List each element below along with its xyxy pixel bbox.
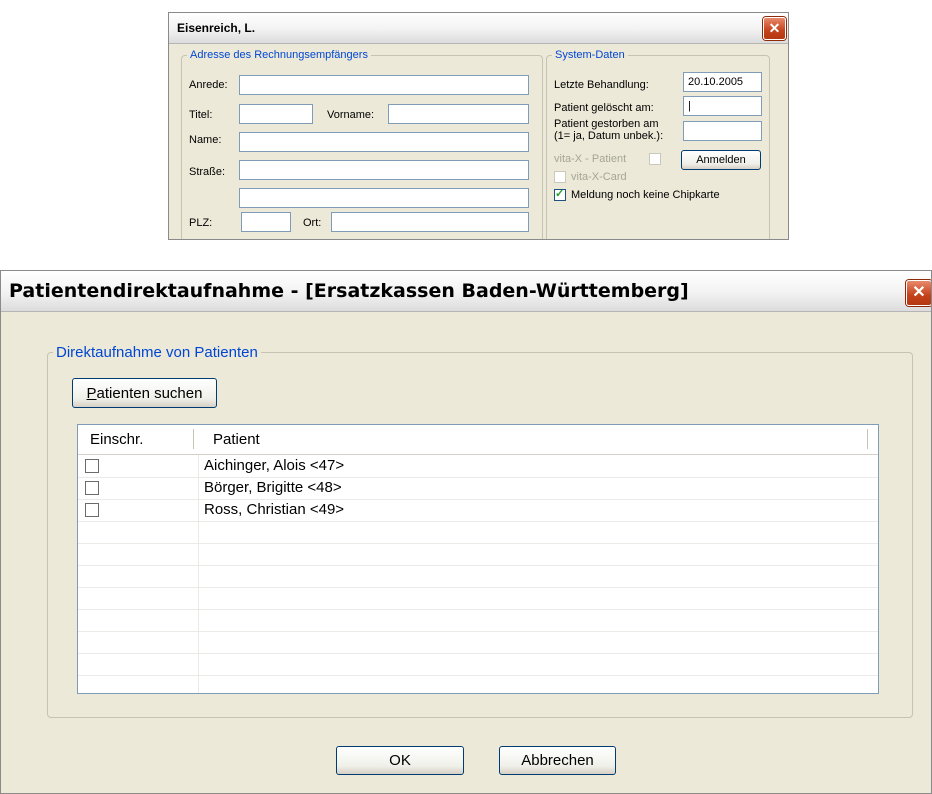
ok-button[interactable]: OK (336, 746, 464, 775)
vitax-card-label: vita-X-Card (571, 171, 627, 183)
patient-name: Aichinger, Alois <47> (204, 457, 345, 474)
column-header-einschr[interactable]: Einschr. (90, 431, 143, 448)
direktaufnahme-legend: Direktaufnahme von Patienten (56, 344, 258, 361)
column-divider (198, 631, 199, 653)
column-divider (198, 521, 199, 543)
patient-name: Ross, Christian <49> (204, 501, 345, 518)
close-icon[interactable]: ✕ (763, 17, 786, 40)
column-divider (198, 609, 199, 631)
table-row[interactable] (78, 543, 878, 566)
gestorben-field[interactable] (683, 121, 762, 141)
column-divider (198, 455, 199, 477)
gestorben-label-line2: (1= ja, Datum unbek.): (554, 130, 664, 142)
einschr-checkbox[interactable] (85, 481, 99, 495)
table-row[interactable] (78, 521, 878, 544)
vorname-field[interactable] (388, 104, 529, 124)
vorname-label: Vorname: (327, 109, 375, 121)
title-bar[interactable]: Patientendirektaufnahme - [Ersatzkassen … (1, 271, 931, 312)
direktaufnahme-dialog: Patientendirektaufnahme - [Ersatzkassen … (0, 270, 932, 794)
search-button-label: atienten suchen (96, 384, 203, 402)
close-icon[interactable]: ✕ (906, 280, 931, 306)
titel-label: Titel: (189, 109, 213, 121)
column-divider[interactable] (193, 429, 195, 449)
meldung-checkbox[interactable]: ✓ (554, 188, 566, 201)
letzte-behandlung-label: Letzte Behandlung: (554, 79, 649, 91)
system-data-legend: System-Daten (555, 49, 625, 61)
strasse-field[interactable] (239, 160, 529, 180)
title-bar[interactable]: Eisenreich, L. ✕ (169, 13, 788, 44)
einschr-checkbox[interactable] (85, 459, 99, 473)
vitax-card-checkbox[interactable] (554, 171, 566, 183)
table-row[interactable] (78, 653, 878, 676)
strasse2-field[interactable] (239, 188, 529, 208)
anrede-label: Anrede: (189, 79, 228, 91)
dialog-title: Patientendirektaufnahme - [Ersatzkassen … (9, 280, 689, 302)
column-divider (198, 477, 199, 499)
anmelden-button[interactable]: Anmelden (681, 150, 761, 170)
vitax-patient-label: vita-X - Patient (554, 153, 627, 165)
plz-field[interactable] (241, 212, 291, 232)
name-label: Name: (189, 134, 222, 146)
dialog-title: Eisenreich, L. (177, 21, 256, 35)
table-row[interactable] (78, 587, 878, 610)
geloescht-field[interactable] (683, 96, 762, 116)
anrede-field[interactable] (239, 75, 529, 95)
ort-field[interactable] (331, 212, 529, 232)
table-row[interactable]: Aichinger, Alois <47> (78, 455, 878, 478)
search-button-mnemonic: P (86, 384, 97, 402)
name-field[interactable] (239, 132, 529, 152)
column-divider (198, 653, 199, 675)
cancel-button[interactable]: Abbrechen (499, 746, 616, 775)
column-header-patient[interactable]: Patient (213, 431, 260, 448)
letzte-behandlung-field[interactable] (683, 72, 762, 92)
patient-dialog: Eisenreich, L. ✕ Adresse des Rechnungsem… (168, 12, 789, 240)
table-row[interactable] (78, 609, 878, 632)
table-row[interactable]: Börger, Brigitte <48> (78, 477, 878, 500)
table-row[interactable] (78, 565, 878, 588)
strasse-label: Straße: (189, 166, 226, 178)
column-divider (198, 543, 199, 565)
gestorben-label: Patient gestorben am (554, 118, 659, 130)
column-divider (198, 675, 199, 693)
geloescht-label: Patient gelöscht am: (554, 102, 654, 114)
table-row[interactable] (78, 631, 878, 654)
column-divider (198, 565, 199, 587)
column-divider (198, 499, 199, 521)
column-divider[interactable] (867, 429, 869, 449)
table-row[interactable]: Ross, Christian <49> (78, 499, 878, 522)
column-divider (198, 587, 199, 609)
address-group-legend: Adresse des Rechnungsempfängers (190, 49, 368, 61)
table-row[interactable] (78, 675, 878, 693)
plz-label: PLZ: (189, 217, 213, 229)
checkmark-icon: ✓ (555, 188, 565, 200)
einschr-checkbox[interactable] (85, 503, 99, 517)
patient-list[interactable]: Einschr. Patient Aichinger, Alois <47> Bö… (77, 424, 879, 694)
meldung-label: Meldung noch keine Chipkarte (571, 189, 720, 201)
patienten-suchen-button[interactable]: Patienten suchen (72, 378, 217, 408)
titel-field[interactable] (239, 104, 313, 124)
vitax-patient-checkbox[interactable] (649, 153, 661, 165)
patient-name: Börger, Brigitte <48> (204, 479, 342, 496)
ort-label: Ort: (303, 217, 322, 229)
list-header: Einschr. Patient (78, 425, 878, 455)
